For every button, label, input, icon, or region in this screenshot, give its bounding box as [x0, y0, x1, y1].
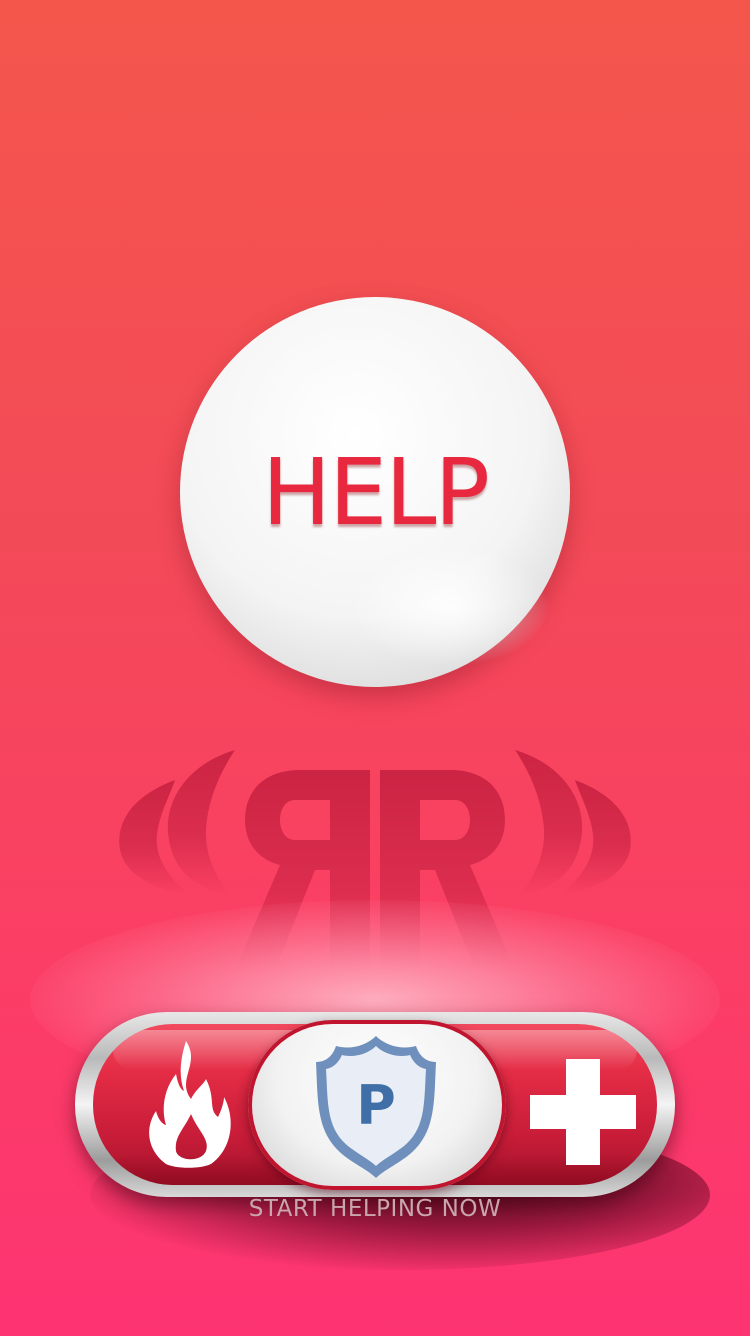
police-badge-icon: P	[310, 1032, 442, 1182]
app-logo	[119, 750, 631, 970]
badge-letter: P	[356, 1074, 396, 1137]
main-screen: HELP P START HELPING NOW	[0, 0, 750, 1336]
slider-knob[interactable]: P	[248, 1020, 506, 1190]
help-button[interactable]: HELP	[180, 297, 570, 687]
help-label: HELP	[261, 438, 490, 546]
start-helping-hint: START HELPING NOW	[248, 1196, 502, 1222]
fire-icon	[149, 1041, 231, 1168]
start-helping-slider[interactable]: P	[75, 1012, 675, 1197]
medical-cross-icon	[530, 1059, 636, 1165]
